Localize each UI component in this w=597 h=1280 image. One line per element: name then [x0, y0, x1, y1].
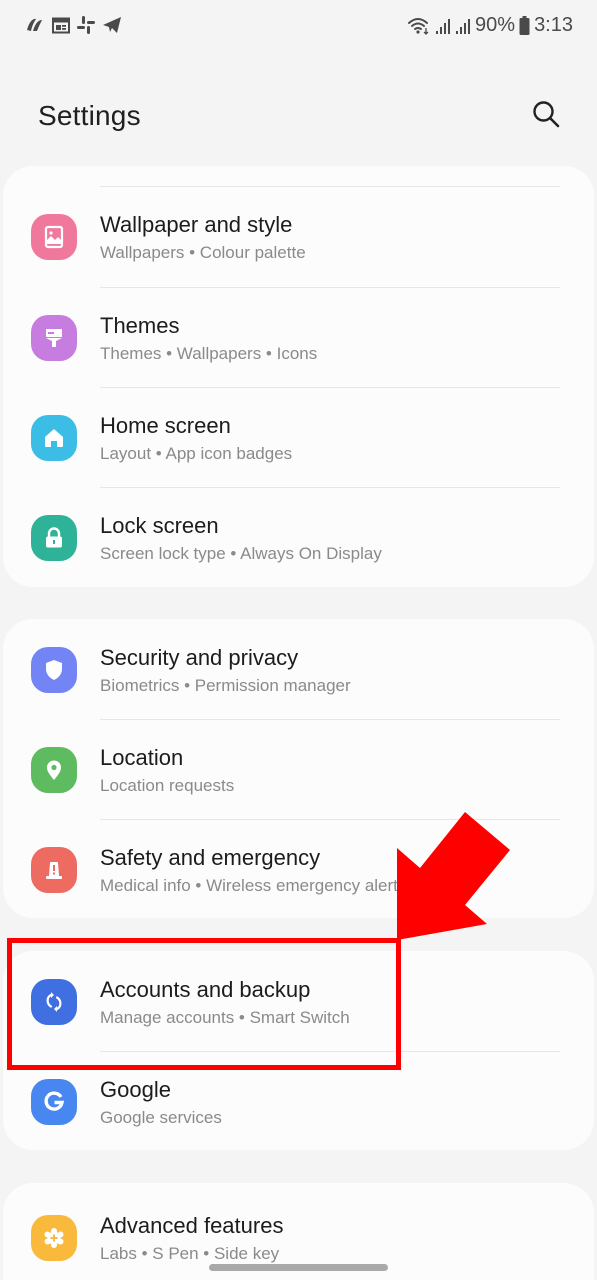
- settings-item-safety[interactable]: Safety and emergency Medical info • Wire…: [3, 819, 594, 918]
- settings-group-accounts: Accounts and backup Manage accounts • Sm…: [3, 951, 594, 1150]
- item-title: Accounts and backup: [100, 977, 311, 1002]
- settings-item-google[interactable]: Google Google services: [3, 1051, 594, 1150]
- google-g-icon: [31, 1079, 77, 1125]
- themes-brush-icon: [31, 315, 77, 361]
- search-icon: [531, 99, 561, 134]
- item-title: Google: [100, 1077, 171, 1102]
- item-title: Home screen: [100, 413, 231, 438]
- item-subtitle: Themes • Wallpapers • Icons: [100, 344, 318, 363]
- home-indicator[interactable]: [209, 1264, 388, 1271]
- home-icon: [31, 415, 77, 461]
- emergency-siren-icon: [31, 847, 77, 893]
- advanced-gear-plus-icon: [31, 1215, 77, 1261]
- signal-icon-sim1: [435, 17, 451, 35]
- item-subtitle: Google services: [100, 1108, 222, 1127]
- item-subtitle: Manage accounts • Smart Switch: [100, 1008, 350, 1027]
- telegram-icon: [102, 16, 122, 34]
- settings-group-security: Security and privacy Biometrics • Permis…: [3, 619, 594, 918]
- item-title: Lock screen: [100, 513, 219, 538]
- settings-item-home-screen[interactable]: Home screen Layout • App icon badges: [3, 387, 594, 487]
- settings-item-accounts-backup[interactable]: Accounts and backup Manage accounts • Sm…: [3, 951, 594, 1051]
- settings-item-location[interactable]: Location Location requests: [3, 719, 594, 819]
- item-title: Location: [100, 745, 184, 770]
- location-pin-icon: [31, 747, 77, 793]
- settings-item-security[interactable]: Security and privacy Biometrics • Permis…: [3, 619, 594, 719]
- notification-icons: [25, 16, 122, 34]
- settings-group-personalization: Wallpaper and style Wallpapers • Colour …: [3, 166, 594, 587]
- battery-icon: [519, 16, 530, 35]
- item-subtitle: Labs • S Pen • Side key: [100, 1244, 280, 1263]
- settings-item-themes[interactable]: Themes Themes • Wallpapers • Icons: [3, 287, 594, 387]
- app-swirl-icon: [25, 16, 45, 34]
- page-header: Settings: [0, 86, 597, 150]
- item-title: Safety and emergency: [100, 845, 321, 870]
- settings-item-wallpaper[interactable]: Wallpaper and style Wallpapers • Colour …: [3, 186, 594, 286]
- item-subtitle: Location requests: [100, 776, 235, 795]
- item-title: Wallpaper and style: [100, 212, 293, 237]
- item-subtitle: Biometrics • Permission manager: [100, 676, 351, 695]
- item-subtitle: Layout • App icon badges: [100, 444, 293, 463]
- search-button[interactable]: [528, 98, 564, 134]
- slack-icon: [77, 16, 95, 34]
- item-title: Themes: [100, 313, 180, 338]
- lock-icon: [31, 515, 77, 561]
- settings-item-lock-screen[interactable]: Lock screen Screen lock type • Always On…: [3, 487, 594, 587]
- wallpaper-icon: [31, 214, 77, 260]
- wifi-icon: [407, 16, 431, 36]
- system-status: 90% 3:13: [407, 14, 573, 37]
- item-subtitle: Medical info • Wireless emergency alerts: [100, 876, 407, 895]
- item-subtitle: Screen lock type • Always On Display: [100, 544, 382, 563]
- item-title: Advanced features: [100, 1213, 284, 1238]
- sync-icon: [31, 979, 77, 1025]
- calendar-news-icon: [52, 17, 70, 34]
- signal-icon-sim2: [455, 17, 471, 35]
- item-subtitle: Wallpapers • Colour palette: [100, 243, 306, 262]
- battery-percent: 90%: [475, 14, 516, 36]
- status-bar: 90% 3:13: [0, 0, 597, 56]
- item-title: Security and privacy: [100, 645, 299, 670]
- clock: 3:13: [534, 14, 573, 36]
- shield-icon: [31, 647, 77, 693]
- page-title: Settings: [38, 100, 141, 131]
